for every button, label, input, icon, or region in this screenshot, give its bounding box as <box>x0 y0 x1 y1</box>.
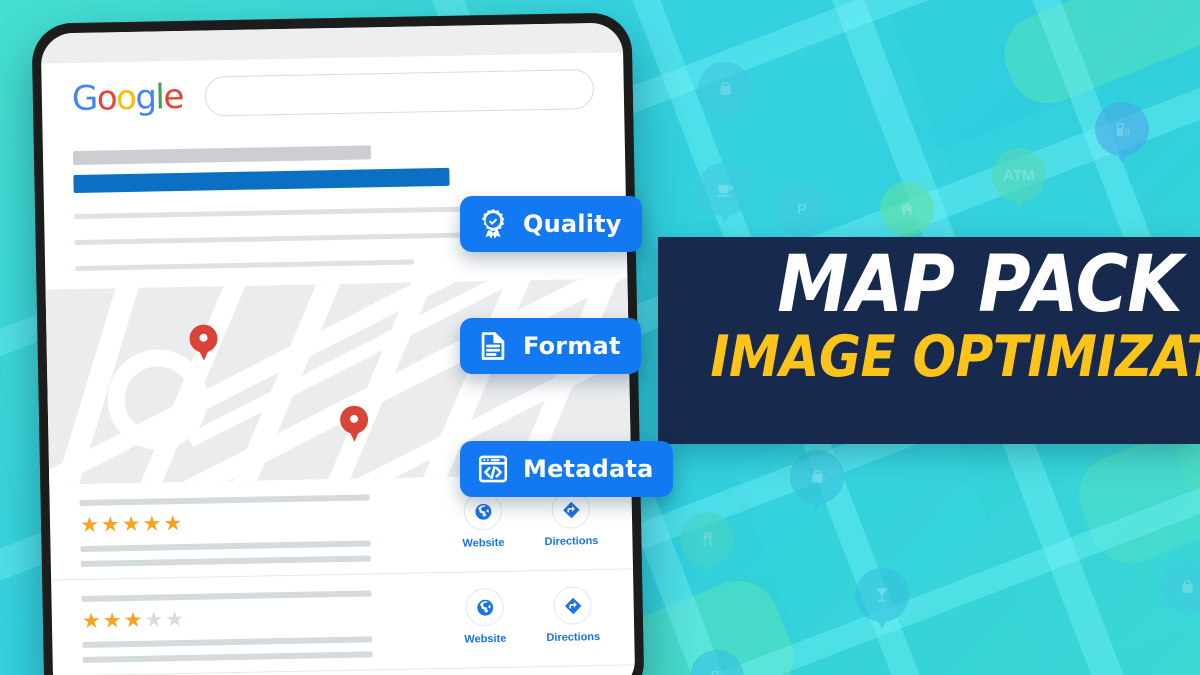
badge-label: Format <box>523 332 621 360</box>
home-glyph <box>880 182 934 236</box>
listing-detail-placeholder <box>82 651 373 663</box>
badge-quality[interactable]: Quality <box>460 196 642 252</box>
action-label: Directions <box>546 631 601 645</box>
listing-info: ★ ★ ★ ★ ★ <box>81 587 454 663</box>
gas-station-pin <box>1095 102 1149 156</box>
shopping-bag-pin-2 <box>790 450 844 504</box>
bag-glyph <box>1160 560 1200 614</box>
star-empty-icon: ★ <box>164 608 185 632</box>
badge-label: Quality <box>523 210 622 238</box>
P-glyph: P <box>796 200 807 218</box>
document-icon <box>476 329 510 363</box>
listing-name-placeholder <box>81 590 372 602</box>
listing-detail-placeholder <box>80 555 371 567</box>
result-snippet-line <box>75 259 415 272</box>
coffee-pin <box>698 162 752 216</box>
home-pin <box>880 182 934 236</box>
google-search-header: Google <box>41 52 624 129</box>
fuel-glyph <box>690 650 744 675</box>
star-filled-icon: ★ <box>102 609 122 633</box>
rating-stars: ★ ★ ★ ★ ★ <box>79 508 452 537</box>
bag-glyph <box>698 62 752 116</box>
google-logo: Google <box>72 77 184 119</box>
result-url-placeholder <box>72 145 371 166</box>
gas-station-pin-2 <box>690 650 744 675</box>
title-panel: MAP PACK IMAGE OPTIMIZATION <box>658 237 1200 444</box>
star-filled-icon: ★ <box>163 512 183 536</box>
website-action[interactable]: Website <box>452 491 515 550</box>
award-ribbon-icon <box>476 207 510 241</box>
star-filled-icon: ★ <box>79 513 100 537</box>
directions-action[interactable]: Directions <box>541 586 604 644</box>
action-label: Website <box>462 536 505 550</box>
ATM-glyph: ATM <box>1003 166 1035 184</box>
cup-glyph <box>698 162 752 216</box>
restaurant-pin <box>680 512 734 566</box>
rating-stars: ★ ★ ★ ★ ★ <box>81 604 454 633</box>
action-label: Website <box>464 632 507 646</box>
bar-pin <box>855 568 909 622</box>
directions-icon <box>553 586 593 625</box>
business-listings: ★ ★ ★ ★ ★ Website Directions ★ ★ ★ ★ ★ Website Direct… <box>49 473 636 675</box>
parking-pin: P <box>775 182 829 236</box>
glass-glyph <box>855 568 909 622</box>
globe-icon <box>463 491 503 531</box>
action-label: Directions <box>544 535 599 549</box>
code-window-icon <box>476 452 510 486</box>
badge-format[interactable]: Format <box>460 318 641 374</box>
google-logo-letter: e <box>163 76 184 118</box>
google-logo-letter: o <box>96 78 117 119</box>
shopping-bag-pin <box>698 62 752 116</box>
star-filled-icon: ★ <box>81 609 101 633</box>
website-action[interactable]: Website <box>453 587 516 646</box>
star-filled-icon: ★ <box>142 512 162 536</box>
listing-item[interactable]: ★ ★ ★ ★ ★ Website Directions <box>51 569 635 675</box>
listing-address-placeholder <box>82 636 373 648</box>
directions-action[interactable]: Directions <box>539 490 602 548</box>
atm-pin: ATM <box>992 148 1046 202</box>
google-logo-letter: o <box>115 77 136 119</box>
search-input[interactable] <box>204 69 595 117</box>
google-logo-letter: g <box>134 77 156 118</box>
bag-glyph <box>790 450 844 504</box>
listing-actions: Website Directions <box>451 488 602 550</box>
star-filled-icon: ★ <box>100 513 120 537</box>
badge-label: Metadata <box>523 455 654 483</box>
star-filled-icon: ★ <box>121 512 141 537</box>
listing-info: ★ ★ ★ ★ ★ <box>79 491 453 567</box>
star-filled-icon: ★ <box>123 608 143 633</box>
result-title-placeholder[interactable] <box>73 167 450 194</box>
globe-icon <box>465 587 505 627</box>
listing-address-placeholder <box>80 540 371 552</box>
listing-actions: Website Directions <box>453 584 604 646</box>
fuel-glyph <box>1095 102 1149 156</box>
google-logo-letter: G <box>71 78 98 120</box>
star-empty-icon: ★ <box>144 608 164 632</box>
fork-glyph <box>680 512 734 566</box>
page-title: MAP PACK <box>777 240 1183 330</box>
listing-name-placeholder <box>79 494 370 506</box>
page-subtitle: IMAGE OPTIMIZATION <box>710 324 1200 391</box>
shopping-bag-pin-3 <box>1160 560 1200 614</box>
badge-metadata[interactable]: Metadata <box>460 441 674 497</box>
